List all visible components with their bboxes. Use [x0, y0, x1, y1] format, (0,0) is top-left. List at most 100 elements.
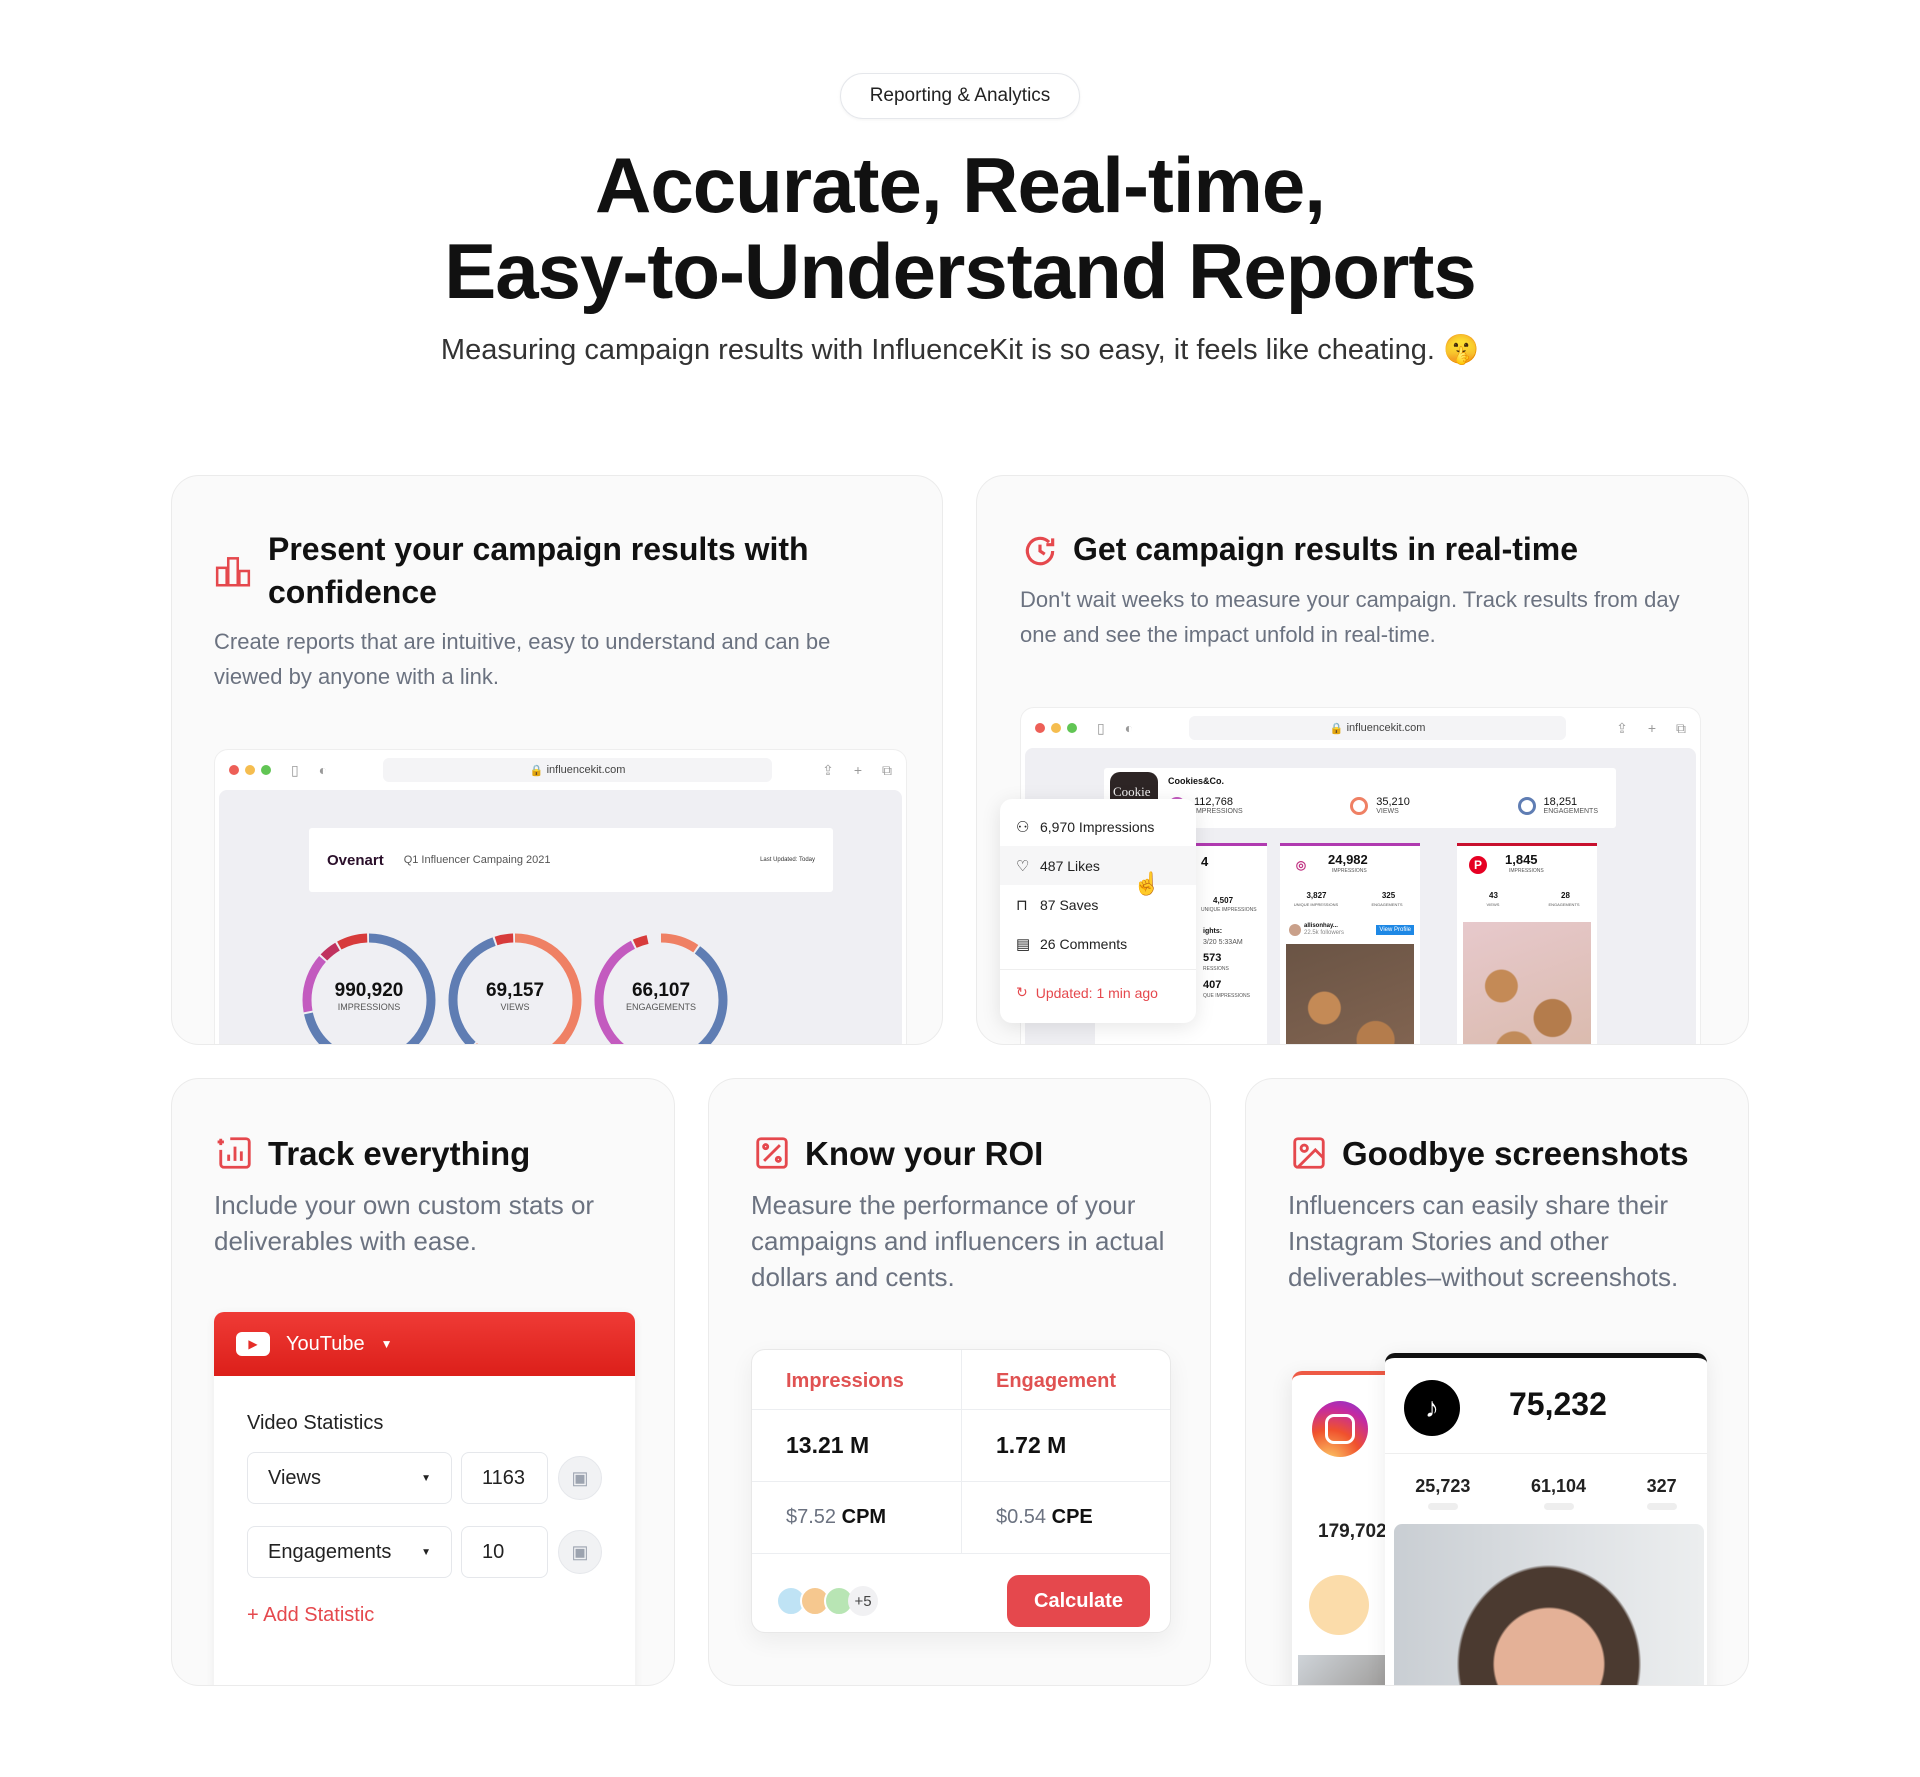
mini-donut-icon: [1350, 796, 1369, 815]
avatar: [1289, 924, 1301, 936]
refresh-clock-icon: [1025, 536, 1055, 566]
add-statistic-button[interactable]: + Add Statistic: [247, 1604, 374, 1627]
tiktok-stat: 25,723: [1415, 1476, 1470, 1510]
impressions-label: IMPRESSIONS: [1332, 868, 1367, 874]
tiktok-stat-value: 25,723: [1415, 1476, 1471, 1496]
stat-1-label: UNIQUE IMPRESSIONS: [1293, 902, 1339, 907]
partial-c: 407: [1203, 979, 1222, 991]
caret-down-icon: ▼: [421, 1472, 431, 1484]
subtitle-text: Measuring campaign results with Influenc…: [440, 334, 1435, 366]
roi-table: Impressions 13.21 M $7.52 CPM Engagement 1.7…: [751, 1349, 1171, 1633]
url-text: influencekit.com: [546, 764, 626, 776]
user-icon: ⚇: [1016, 818, 1030, 836]
card-description: Create reports that are intuitive, easy …: [214, 629, 831, 689]
caret-down-icon: ▼: [421, 1546, 431, 1558]
card-title: Goodbye screenshots: [1342, 1135, 1689, 1172]
tiktok-icon: ♪: [1404, 1380, 1460, 1436]
platform-dropdown[interactable]: ▶ YouTube ▼: [214, 1312, 635, 1376]
updated-status: ↻ Updated: 1 min ago: [1000, 969, 1196, 1015]
mini-donut-icon: [1517, 796, 1536, 815]
card-realtime: Get campaign results in real-time Don't …: [976, 475, 1749, 1045]
impressions-label: IMPRESSIONS: [1509, 868, 1544, 874]
donut-label: 69,157 VIEWS: [445, 980, 585, 1012]
stat-type-select[interactable]: Views ▼: [247, 1452, 452, 1504]
caret-down-icon: ▼: [380, 1337, 393, 1351]
youtube-icon: ▶: [236, 1332, 270, 1356]
account-stat: 18,251 ENGAGEMENTS: [1517, 796, 1598, 815]
donut-value: 66,107: [631, 980, 691, 1001]
stat-2-label: ENGAGEMENTS: [1548, 902, 1580, 907]
shushing-emoji: 🤫: [1442, 334, 1480, 366]
tiktok-value: 75,232: [1509, 1386, 1607, 1422]
title-line-1: Accurate, Real-time,: [595, 141, 1326, 229]
popup-item[interactable]: ⊓ 87 Saves: [1000, 885, 1196, 924]
stat-type-select[interactable]: Engagements ▼: [247, 1526, 452, 1578]
instagram-stat-card: ◎ 24,982 IMPRESSIONS 3,827 UNIQUE IMPRES…: [1280, 843, 1420, 1044]
card-title: Present your campaign results with confi…: [268, 531, 809, 610]
url-bar: 🔒 influencekit.com: [1189, 716, 1567, 740]
impressions-value: 1,845: [1505, 852, 1538, 867]
card-description: Include your own custom stats or deliver…: [214, 1190, 595, 1256]
hand-cursor-icon: ☝: [1133, 871, 1161, 896]
stat-label: IMPRESSIONS: [1194, 808, 1243, 815]
save-icon[interactable]: ▣: [558, 1530, 602, 1574]
cost-amount: $7.52: [786, 1506, 837, 1528]
stat-type-value: Engagements: [268, 1540, 392, 1563]
tiktok-stat-value: 327: [1646, 1476, 1677, 1496]
stat-value: 18,251: [1543, 796, 1578, 808]
partial-b: 573: [1203, 952, 1222, 964]
instagram-icon: ◎: [1292, 856, 1310, 874]
percent-icon: [756, 1137, 788, 1169]
donut-caption: IMPRESSIONS: [337, 1002, 401, 1012]
stat-value-text: 1163: [482, 1466, 526, 1489]
donut-label: 990,920 IMPRESSIONS: [299, 980, 439, 1012]
total-value: 13.21 M: [752, 1410, 962, 1482]
impressions-value: 24,982: [1328, 852, 1368, 867]
platform-label: YouTube: [286, 1332, 365, 1355]
popup-item-text: 87 Saves: [1040, 896, 1099, 913]
donut-value: 69,157: [485, 980, 545, 1001]
cost-amount: $0.54: [996, 1506, 1047, 1528]
pinterest-icon: P: [1469, 856, 1487, 874]
stat-2-label: ENGAGEMENTS: [1371, 902, 1403, 907]
view-profile-button[interactable]: View Profile: [1376, 925, 1414, 935]
card-present-results: Present your campaign results with confi…: [171, 475, 943, 1045]
column-header: Engagement: [962, 1350, 1170, 1410]
instagram-post-header: allisonhay... 22.5k followers View Profile: [1286, 920, 1414, 940]
stat-value-input[interactable]: 1163: [461, 1452, 548, 1504]
card-title: Track everything: [268, 1135, 531, 1172]
card-roi: Know your ROI Measure the performance of…: [708, 1078, 1211, 1686]
tiktok-stat: 61,104: [1531, 1476, 1586, 1510]
calculate-button[interactable]: Calculate: [1007, 1575, 1150, 1627]
popup-item-text: 26 Comments: [1040, 935, 1128, 952]
custom-stats-panel: ▶ YouTube ▼ Video Statistics Views ▼ 1163 …: [214, 1312, 635, 1685]
account-name[interactable]: Cookies&Co.: [1168, 776, 1224, 786]
post-image: [1286, 944, 1414, 1044]
stat-1: 3,827: [1306, 891, 1327, 900]
image-icon: [1293, 1137, 1325, 1169]
report-header: Ovenart Q1 Influencer Campaing 2021 Last…: [309, 828, 833, 892]
tiktok-stat-card: ♪ 75,232 25,723 61,104 327: [1385, 1353, 1707, 1685]
popup-item[interactable]: ⚇ 6,970 Impressions: [1000, 807, 1196, 846]
partial-date: 3/20 5:33am: [1203, 939, 1243, 946]
tiktok-stat-value: 61,104: [1530, 1476, 1587, 1496]
stat-label: VIEWS: [1376, 808, 1399, 815]
popup-item[interactable]: ▤ 26 Comments: [1000, 924, 1196, 963]
cost-unit: CPM: [841, 1506, 887, 1528]
stat-2: 28: [1561, 891, 1570, 900]
stat-value: 35,210: [1376, 796, 1410, 808]
cost-cell: $7.52 CPM: [752, 1482, 962, 1554]
popup-item[interactable]: ♡ 487 Likes: [1000, 846, 1196, 885]
instagram-value: 179,702: [1318, 1521, 1387, 1542]
follower-count: 22.5k followers: [1304, 930, 1345, 936]
partial-insights: ights:: [1203, 928, 1223, 935]
refresh-clock-icon: ↻: [1016, 984, 1028, 1000]
more-count: +5: [848, 1586, 878, 1616]
page-title: Accurate, Real-time, Easy-to-Understand R…: [0, 142, 1920, 314]
save-icon[interactable]: ▣: [558, 1456, 602, 1500]
card-track: Track everything Include your own custom…: [171, 1078, 675, 1686]
stat-value-input[interactable]: 10: [461, 1526, 548, 1578]
report-title: Q1 Influencer Campaing 2021: [403, 854, 551, 866]
pinterest-stat-card: P 1,845 IMPRESSIONS 43 VIEWS 28 ENGAGEME…: [1457, 843, 1597, 1044]
tiktok-stat: 327: [1647, 1476, 1677, 1510]
